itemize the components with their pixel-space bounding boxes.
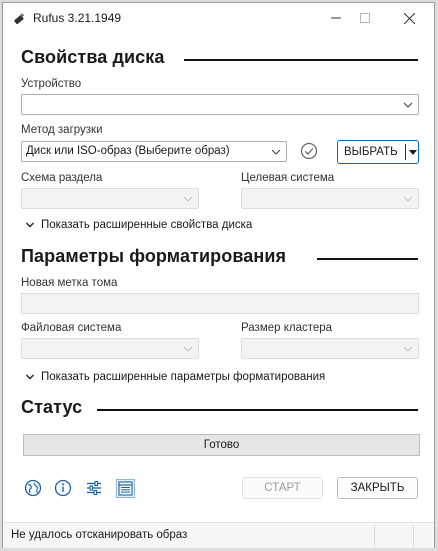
boot-selection-label: Метод загрузки xyxy=(21,124,103,136)
status-heading: Статус xyxy=(21,397,83,417)
chevron-down-icon xyxy=(403,196,413,202)
device-dropdown[interactable] xyxy=(21,94,419,115)
split-separator xyxy=(405,144,406,160)
drive-properties-heading: Свойства диска xyxy=(21,47,165,67)
show-advanced-drive-properties-toggle[interactable]: Показать расширенные свойства диска xyxy=(25,219,252,231)
minimize-icon xyxy=(331,17,341,19)
chevron-down-icon xyxy=(183,196,193,202)
close-button[interactable]: ЗАКРЫТЬ xyxy=(337,477,418,499)
device-label: Устройство xyxy=(21,78,82,90)
globe-icon[interactable] xyxy=(24,479,42,497)
advanced-format-toggle-label: Показать расширенные параметры форматиро… xyxy=(41,371,326,383)
chevron-down-icon xyxy=(26,374,34,380)
usb-drive-icon xyxy=(14,13,25,25)
rufus-window: Rufus 3.21.1949 Свойства диска Устройств… xyxy=(2,2,435,548)
target-system-dropdown[interactable] xyxy=(241,188,419,209)
section-divider xyxy=(317,258,418,260)
file-system-dropdown[interactable] xyxy=(21,338,199,359)
file-system-label: Файловая система xyxy=(21,322,122,334)
status-bar-text: Не удалось отсканировать образ xyxy=(11,529,188,541)
advanced-drive-toggle-label: Показать расширенные свойства диска xyxy=(41,219,253,231)
chevron-down-icon xyxy=(183,346,193,352)
dropdown-arrow-icon[interactable] xyxy=(408,147,418,157)
window-title: Rufus 3.21.1949 xyxy=(33,11,122,25)
title-bar[interactable]: Rufus 3.21.1949 xyxy=(3,3,434,33)
select-button-label: ВЫБРАТЬ xyxy=(344,146,398,158)
format-options-heading: Параметры форматирования xyxy=(21,246,287,266)
close-window-button[interactable] xyxy=(394,7,424,29)
section-divider xyxy=(184,59,418,61)
maximize-button[interactable] xyxy=(350,7,380,29)
maximize-icon xyxy=(360,13,370,23)
minimize-button[interactable] xyxy=(321,7,351,29)
close-icon xyxy=(403,12,415,24)
partition-scheme-dropdown[interactable] xyxy=(21,188,199,209)
chevron-down-icon xyxy=(403,346,413,352)
settings-sliders-icon[interactable] xyxy=(85,479,103,497)
volume-label-input[interactable] xyxy=(21,293,419,314)
status-bar-divider xyxy=(374,525,375,547)
show-advanced-format-options-toggle[interactable]: Показать расширенные параметры форматиро… xyxy=(25,371,325,383)
chevron-down-icon xyxy=(26,222,34,228)
check-hash-icon[interactable] xyxy=(300,142,318,160)
volume-label-label: Новая метка тома xyxy=(21,277,118,289)
chevron-down-icon xyxy=(403,102,413,108)
cluster-size-dropdown[interactable] xyxy=(241,338,419,359)
target-system-label: Целевая система xyxy=(241,172,335,184)
select-image-button[interactable]: ВЫБРАТЬ xyxy=(337,140,419,164)
status-bar-divider xyxy=(413,525,414,547)
section-divider xyxy=(97,409,418,411)
start-button[interactable]: СТАРТ xyxy=(242,477,323,499)
info-icon[interactable] xyxy=(54,479,72,497)
boot-selection-dropdown[interactable]: Диск или ISO-образ (Выберите образ) xyxy=(21,141,287,162)
log-icon[interactable] xyxy=(116,479,135,498)
status-bar: Не удалось отсканировать образ xyxy=(3,522,434,548)
progress-text: Готово xyxy=(203,439,240,451)
chevron-down-icon xyxy=(271,149,281,155)
boot-selection-value: Диск или ISO-образ (Выберите образ) xyxy=(26,145,230,157)
cluster-size-label: Размер кластера xyxy=(241,322,333,334)
status-progress-bar: Готово xyxy=(23,434,420,456)
partition-scheme-label: Схема раздела xyxy=(21,172,103,184)
